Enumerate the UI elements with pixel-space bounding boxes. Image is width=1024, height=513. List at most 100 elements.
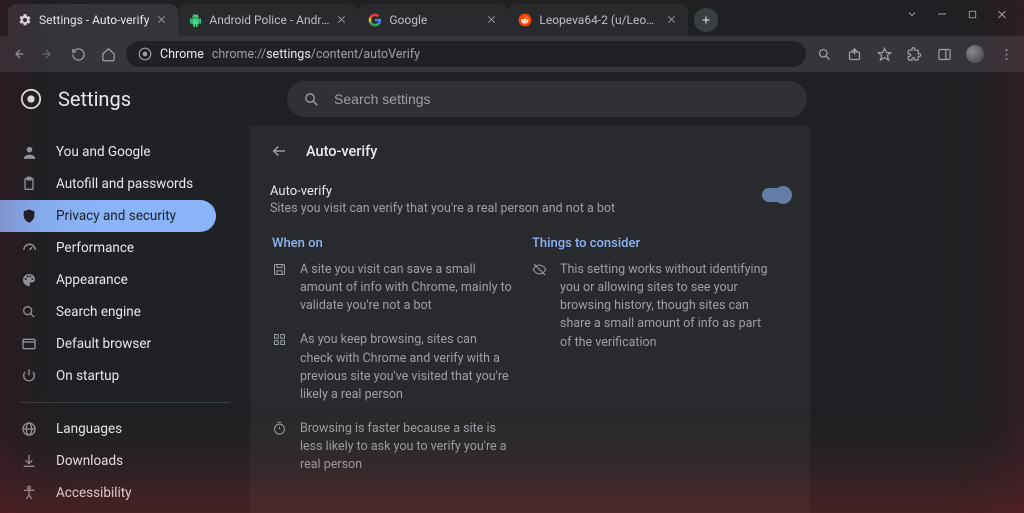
close-icon[interactable] bbox=[336, 14, 348, 26]
sidebar-item-on-startup[interactable]: On startup bbox=[0, 360, 216, 392]
shield-icon bbox=[20, 207, 38, 225]
page-title: Settings bbox=[58, 87, 131, 111]
search-settings-box[interactable] bbox=[287, 81, 807, 117]
info-item: A site you visit can save a small amount… bbox=[272, 261, 512, 315]
tab-title: Android Police - Android phon bbox=[209, 13, 329, 27]
sidebar-item-autofill[interactable]: Autofill and passwords bbox=[0, 168, 216, 200]
sidebar-item-label: Languages bbox=[56, 421, 122, 437]
things-to-consider-header: Things to consider bbox=[532, 236, 772, 251]
browser-icon bbox=[20, 335, 38, 353]
setting-description: Sites you visit can verify that you're a… bbox=[270, 201, 762, 216]
sidebar-item-label: Privacy and security bbox=[56, 208, 176, 224]
save-icon bbox=[272, 262, 288, 278]
bookmark-star-icon[interactable] bbox=[876, 46, 892, 62]
tab-title: Google bbox=[389, 13, 479, 27]
things-to-consider-column: Things to consider This setting works wi… bbox=[532, 236, 772, 490]
back-arrow-icon[interactable] bbox=[270, 142, 288, 160]
panel-title: Auto-verify bbox=[306, 143, 377, 160]
search-icon bbox=[20, 303, 38, 321]
when-on-column: When on A site you visit can save a smal… bbox=[272, 236, 512, 490]
reload-icon[interactable] bbox=[70, 46, 86, 62]
info-text: A site you visit can save a small amount… bbox=[300, 261, 512, 315]
minimize-icon[interactable] bbox=[936, 8, 948, 20]
sidebar-item-label: Accessibility bbox=[56, 485, 132, 501]
zoom-icon[interactable] bbox=[816, 46, 832, 62]
sidebar-item-system[interactable]: System bbox=[0, 509, 216, 513]
sidebar-item-label: Performance bbox=[56, 240, 134, 256]
reddit-icon bbox=[518, 13, 532, 27]
timer-icon bbox=[272, 421, 288, 437]
info-item: This setting works without identifying y… bbox=[532, 261, 772, 352]
settings-icon bbox=[18, 13, 32, 27]
back-icon[interactable] bbox=[10, 46, 26, 62]
accessibility-icon bbox=[20, 484, 38, 502]
home-icon[interactable] bbox=[100, 46, 116, 62]
speed-icon bbox=[20, 239, 38, 257]
grid-icon bbox=[272, 332, 288, 348]
android-icon bbox=[188, 13, 202, 27]
chrome-page-icon bbox=[138, 47, 152, 61]
tab-strip: Settings - Auto-verify Android Police - … bbox=[0, 0, 1024, 36]
close-window-icon[interactable] bbox=[996, 8, 1008, 20]
side-panel-icon[interactable] bbox=[936, 46, 952, 62]
menu-dots-icon[interactable] bbox=[998, 46, 1014, 62]
sidebar-item-downloads[interactable]: Downloads bbox=[0, 445, 216, 477]
search-settings-input[interactable] bbox=[334, 91, 791, 107]
chrome-logo-icon bbox=[20, 88, 42, 110]
share-icon[interactable] bbox=[846, 46, 862, 62]
info-item: Browsing is faster because a site is les… bbox=[272, 420, 512, 474]
chevron-down-icon[interactable] bbox=[906, 8, 918, 20]
sidebar-item-label: Appearance bbox=[56, 272, 128, 288]
tab-settings[interactable]: Settings - Auto-verify bbox=[8, 4, 178, 36]
sidebar-item-label: Search engine bbox=[56, 304, 141, 320]
sidebar-item-accessibility[interactable]: Accessibility bbox=[0, 477, 216, 509]
no-eye-icon bbox=[532, 262, 548, 278]
sidebar-item-label: Downloads bbox=[56, 453, 123, 469]
address-bar[interactable]: Chrome chrome://settings/content/autoVer… bbox=[126, 41, 806, 67]
info-text: This setting works without identifying y… bbox=[560, 261, 772, 352]
settings-page: Settings You and Google Autofill and pas… bbox=[0, 72, 1024, 513]
person-icon bbox=[20, 143, 38, 161]
search-icon bbox=[303, 91, 320, 108]
url-scheme-label: Chrome bbox=[160, 47, 204, 62]
sidebar-item-appearance[interactable]: Appearance bbox=[0, 264, 216, 296]
window-controls bbox=[890, 0, 1024, 28]
forward-icon[interactable] bbox=[40, 46, 56, 62]
toggle-auto-verify[interactable] bbox=[762, 188, 790, 202]
setting-row-auto-verify: Auto-verify Sites you visit can verify t… bbox=[250, 170, 810, 222]
tab-reddit[interactable]: Leopeva64-2 (u/Leopeva64-2) bbox=[508, 4, 688, 36]
content-panel: Auto-verify Auto-verify Sites you visit … bbox=[250, 126, 810, 513]
close-icon[interactable] bbox=[156, 14, 168, 26]
close-icon[interactable] bbox=[486, 14, 498, 26]
tab-android-police[interactable]: Android Police - Android phon bbox=[178, 4, 358, 36]
avatar[interactable] bbox=[966, 45, 984, 63]
info-item: As you keep browsing, sites can check wi… bbox=[272, 331, 512, 404]
tab-title: Leopeva64-2 (u/Leopeva64-2) bbox=[539, 13, 659, 27]
close-icon[interactable] bbox=[666, 14, 678, 26]
extensions-icon[interactable] bbox=[906, 46, 922, 62]
palette-icon bbox=[20, 271, 38, 289]
settings-header: Settings bbox=[0, 72, 1024, 126]
info-text: As you keep browsing, sites can check wi… bbox=[300, 331, 512, 404]
sidebar-item-you-and-google[interactable]: You and Google bbox=[0, 136, 216, 168]
panel-header: Auto-verify bbox=[250, 126, 810, 170]
power-icon bbox=[20, 367, 38, 385]
tab-google[interactable]: Google bbox=[358, 4, 508, 36]
globe-icon bbox=[20, 420, 38, 438]
sidebar-divider bbox=[20, 402, 230, 403]
sidebar-item-languages[interactable]: Languages bbox=[0, 413, 216, 445]
new-tab-button[interactable] bbox=[694, 8, 718, 32]
download-icon bbox=[20, 452, 38, 470]
sidebar-item-privacy[interactable]: Privacy and security bbox=[0, 200, 216, 232]
url-text: chrome://settings/content/autoVerify bbox=[212, 47, 420, 62]
sidebar-item-default-browser[interactable]: Default browser bbox=[0, 328, 216, 360]
sidebar-item-search-engine[interactable]: Search engine bbox=[0, 296, 216, 328]
when-on-header: When on bbox=[272, 236, 512, 251]
settings-sidebar: You and Google Autofill and passwords Pr… bbox=[0, 126, 250, 513]
info-columns: When on A site you visit can save a smal… bbox=[250, 222, 810, 490]
sidebar-item-performance[interactable]: Performance bbox=[0, 232, 216, 264]
sidebar-item-label: Autofill and passwords bbox=[56, 176, 193, 192]
maximize-icon[interactable] bbox=[966, 8, 978, 20]
sidebar-item-label: You and Google bbox=[56, 144, 151, 160]
clipboard-icon bbox=[20, 175, 38, 193]
